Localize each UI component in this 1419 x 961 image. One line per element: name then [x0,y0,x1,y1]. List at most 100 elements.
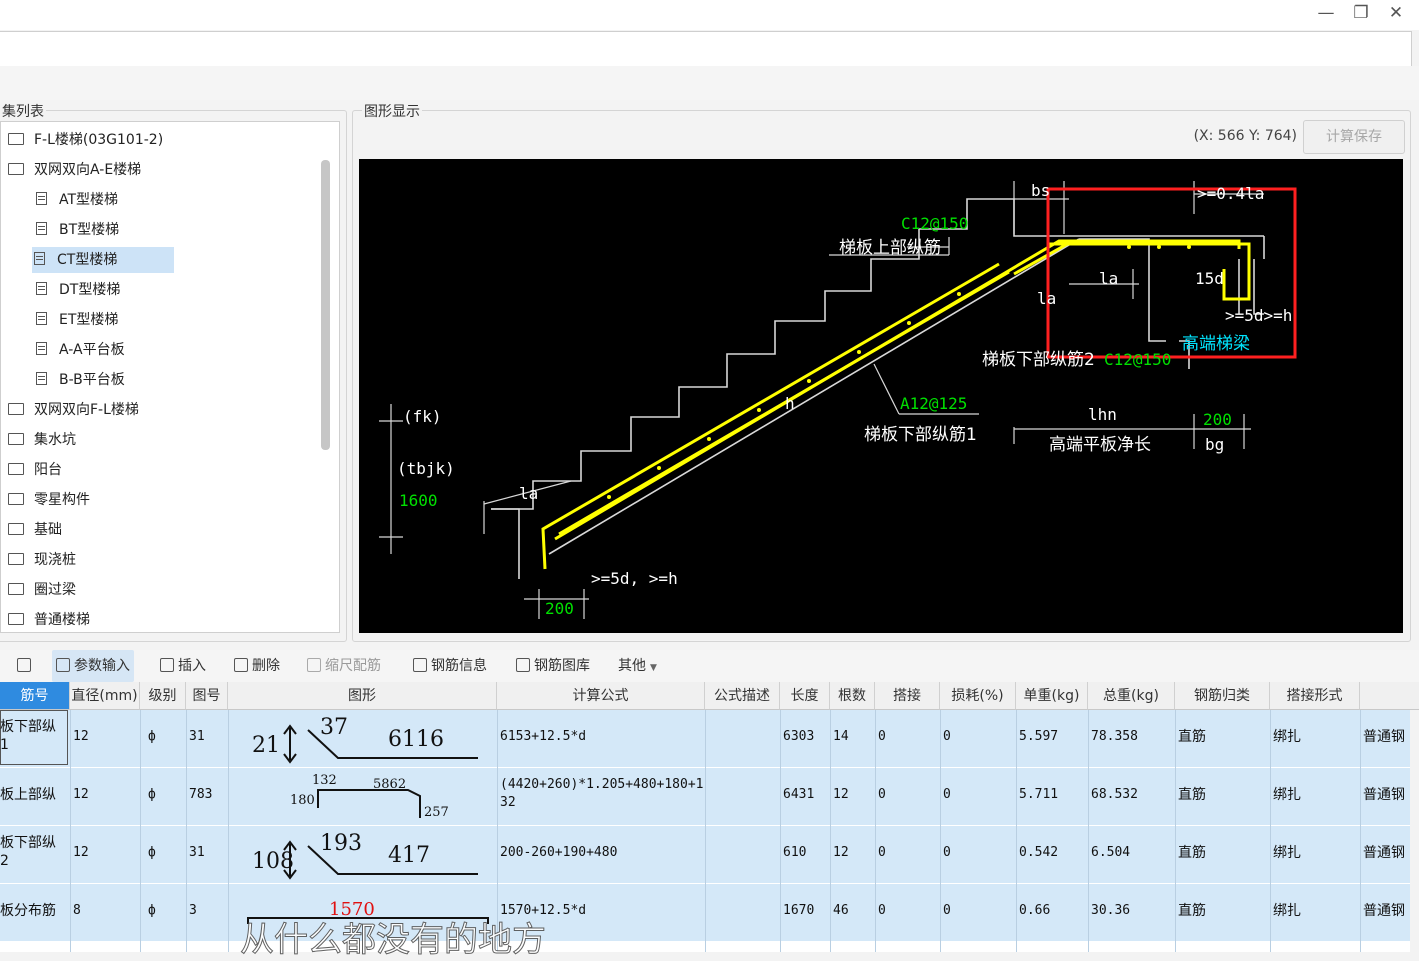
column-header[interactable]: 长度 [780,682,830,710]
tree-item[interactable]: AT型楼梯 [36,187,118,213]
tree-item[interactable]: 双网双向A-E楼梯 [8,157,141,183]
cell-grade[interactable]: ф [148,902,156,920]
column-header[interactable]: 直径(mm) [70,682,140,710]
cell-total[interactable]: 30.36 [1091,902,1130,920]
cell-cls[interactable]: 直筋 [1178,844,1206,862]
tree-item[interactable]: BT型楼梯 [36,217,119,243]
column-header[interactable]: 计算公式 [497,682,705,710]
column-header[interactable]: 图形 [228,682,497,710]
tree-item[interactable]: 普通楼梯 [8,607,90,633]
download-button[interactable] [17,650,35,682]
cell-count[interactable]: 14 [833,728,849,746]
cell-lap[interactable]: 0 [878,844,886,862]
cell-count[interactable]: 12 [833,786,849,804]
column-header[interactable]: 单重(kg) [1016,682,1088,710]
rebar-info-button[interactable]: 钢筋信息 [413,650,487,682]
cell-fig[interactable]: 31 [189,844,205,862]
tree-item[interactable]: B-B平台板 [36,367,125,393]
cell-lap[interactable]: 0 [878,786,886,804]
tree-scrollbar[interactable] [321,160,330,450]
cell-loss[interactable]: 0 [943,902,951,920]
cell-unit[interactable]: 0.542 [1019,844,1058,862]
tree-item[interactable]: DT型楼梯 [36,277,120,303]
cell-fig[interactable]: 3 [189,902,197,920]
cell-name[interactable]: 板下部纵 2 [0,834,56,870]
cell-unit[interactable]: 5.597 [1019,728,1058,746]
tree-item[interactable]: 现浇桩 [8,547,76,573]
cell-count[interactable]: 46 [833,902,849,920]
cell-lapform[interactable]: 绑扎 [1273,902,1301,920]
cell-formula[interactable]: (4420+260)*1.205+480+180+1 32 [500,776,704,812]
tree-item[interactable]: 圈过梁 [8,577,76,603]
calc-save-button[interactable]: 计算保存 [1303,120,1405,154]
cell-fig[interactable]: 783 [189,786,212,804]
column-header[interactable]: 级别 [140,682,186,710]
rebar-library-button[interactable]: 钢筋图库 [516,650,590,682]
column-header[interactable] [1360,682,1419,710]
cell-extra[interactable]: 普通钢 [1363,844,1405,862]
cell-grade[interactable]: ф [148,844,156,862]
cell-total[interactable]: 78.358 [1091,728,1138,746]
cell-dia[interactable]: 12 [73,728,89,746]
cell-cls[interactable]: 直筋 [1178,902,1206,920]
cell-extra[interactable]: 普通钢 [1363,728,1405,746]
tree-item[interactable]: 集水坑 [8,427,76,453]
column-header[interactable]: 搭接 [875,682,940,710]
cell-name[interactable]: 板分布筋 [0,902,56,920]
tree-item[interactable]: CT型楼梯 [32,247,174,273]
cell-lapform[interactable]: 绑扎 [1273,728,1301,746]
cell-lapform[interactable]: 绑扎 [1273,844,1301,862]
column-header[interactable]: 损耗(%) [940,682,1016,710]
tree-item[interactable]: 阳台 [8,457,62,483]
cell-name[interactable]: 板下部纵 1 [0,718,56,754]
scale-rebar-button[interactable]: 缩尺配筋 [307,650,381,682]
other-menu-button[interactable]: 其他 ▼ [618,650,657,682]
column-header[interactable]: 钢筋归类 [1175,682,1270,710]
column-header[interactable]: 筋号 [0,682,70,710]
cell-total[interactable]: 6.504 [1091,844,1130,862]
cell-cls[interactable]: 直筋 [1178,786,1206,804]
cell-formula[interactable]: 6153+12.5*d [500,728,586,746]
cell-fig[interactable]: 31 [189,728,205,746]
tree-item[interactable]: ET型楼梯 [36,307,118,333]
cell-grade[interactable]: ф [148,786,156,804]
tree-item[interactable]: A-A平台板 [36,337,125,363]
cell-cls[interactable]: 直筋 [1178,728,1206,746]
cell-lap[interactable]: 0 [878,728,886,746]
cell-grade[interactable]: ф [148,728,156,746]
cell-extra[interactable]: 普通钢 [1363,786,1405,804]
cell-dia[interactable]: 12 [73,844,89,862]
column-header[interactable]: 根数 [830,682,875,710]
restore-button[interactable]: ❐ [1345,2,1377,26]
cell-loss[interactable]: 0 [943,844,951,862]
rebar-drawing-canvas[interactable]: bs >=0.4la C12@150 梯板上部纵筋 la la 15d >=5d… [359,159,1403,633]
insert-button[interactable]: 插入 [160,650,206,682]
tree-item[interactable]: F-L楼梯(03G101-2) [8,127,163,153]
cell-loss[interactable]: 0 [943,728,951,746]
tree-item[interactable]: 零星构件 [8,487,90,513]
minimize-button[interactable]: — [1310,2,1342,26]
column-header[interactable]: 搭接形式 [1270,682,1360,710]
cell-len[interactable]: 610 [783,844,806,862]
column-header[interactable]: 图号 [186,682,228,710]
cell-loss[interactable]: 0 [943,786,951,804]
cell-lap[interactable]: 0 [878,902,886,920]
column-header[interactable]: 公式描述 [705,682,780,710]
tree-item[interactable]: 基础 [8,517,62,543]
cell-count[interactable]: 12 [833,844,849,862]
cell-extra[interactable]: 普通钢 [1363,902,1405,920]
cell-dia[interactable]: 8 [73,902,81,920]
cell-total[interactable]: 68.532 [1091,786,1138,804]
param-input-button[interactable]: 参数输入 [52,650,134,682]
address-bar[interactable] [0,31,1412,67]
tree-item[interactable]: 双网双向F-L楼梯 [8,397,139,423]
cell-len[interactable]: 6303 [783,728,814,746]
column-header[interactable]: 总重(kg) [1088,682,1175,710]
delete-button[interactable]: 删除 [234,650,280,682]
cell-name[interactable]: 板上部纵 [0,786,56,804]
close-button[interactable]: ✕ [1380,2,1412,26]
cell-len[interactable]: 6431 [783,786,814,804]
cell-unit[interactable]: 5.711 [1019,786,1058,804]
cell-formula[interactable]: 200-260+190+480 [500,844,617,862]
cell-lapform[interactable]: 绑扎 [1273,786,1301,804]
